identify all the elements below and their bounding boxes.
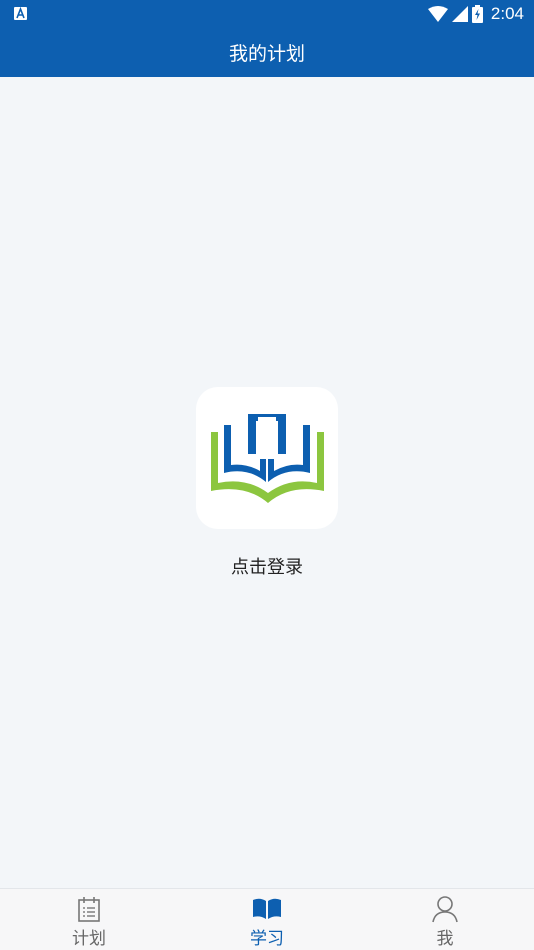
status-time: 2:04 (490, 4, 524, 23)
wifi-icon (427, 6, 448, 22)
book-icon (252, 895, 282, 923)
page-title: 我的计划 (228, 43, 305, 65)
tab-me[interactable]: 我 (356, 889, 534, 950)
main-content: 点击登录 (0, 77, 534, 888)
status-bar: 2:04 (0, 0, 534, 28)
login-link[interactable]: 点击登录 (0, 553, 534, 579)
person-icon (430, 895, 460, 923)
tab-study[interactable]: 学习 (178, 889, 356, 950)
tab-study-label: 学习 (250, 929, 284, 949)
tab-plan[interactable]: 计划 (0, 889, 178, 950)
open-book-logo-icon (211, 414, 324, 503)
calendar-icon (74, 895, 104, 923)
tab-plan-label: 计划 (72, 929, 106, 949)
status-icons: 2:04 (427, 3, 524, 25)
signal-icon (451, 6, 468, 22)
notification-a-icon (14, 7, 27, 20)
battery-charging-icon (471, 5, 483, 23)
tab-me-label: 我 (436, 929, 454, 949)
bottom-tab-bar: 计划 学习 我 (0, 888, 534, 950)
app-logo[interactable] (196, 387, 338, 529)
app-header: 我的计划 (0, 28, 534, 77)
